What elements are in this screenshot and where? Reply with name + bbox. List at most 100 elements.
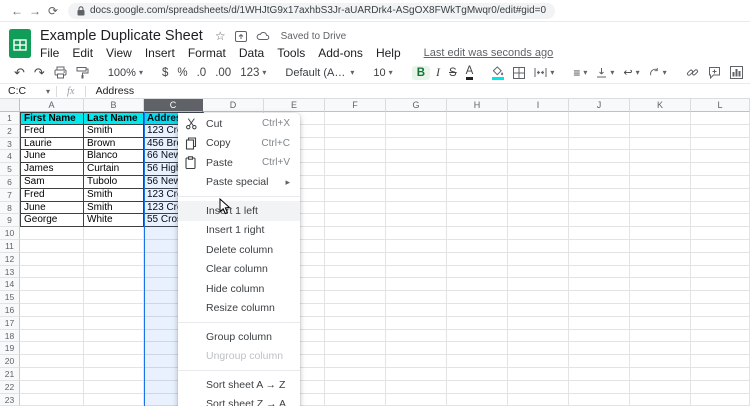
cell-F17[interactable]	[325, 317, 386, 330]
cell-A19[interactable]	[20, 342, 84, 355]
select-all-corner[interactable]	[0, 99, 20, 112]
cell-F10[interactable]	[325, 227, 386, 240]
cell-G18[interactable]	[386, 330, 447, 343]
cell-I14[interactable]	[508, 278, 569, 291]
cell-A6[interactable]: Sam	[20, 176, 84, 189]
row-header-2[interactable]: 2	[0, 125, 20, 138]
cell-H12[interactable]	[447, 253, 508, 266]
cell-A8[interactable]: June	[20, 202, 84, 215]
cell-G1[interactable]	[386, 112, 447, 125]
cell-J10[interactable]	[569, 227, 630, 240]
cell-J4[interactable]	[569, 150, 630, 163]
cell-H10[interactable]	[447, 227, 508, 240]
column-header-A[interactable]: A	[20, 99, 84, 112]
cell-F5[interactable]	[325, 163, 386, 176]
horizontal-align-button[interactable]: ≡▾	[573, 66, 587, 80]
cell-K4[interactable]	[630, 150, 691, 163]
cell-F13[interactable]	[325, 266, 386, 279]
column-header-D[interactable]: D	[203, 99, 264, 112]
cell-F11[interactable]	[325, 240, 386, 253]
cell-B9[interactable]: White	[84, 214, 144, 227]
cell-J19[interactable]	[569, 342, 630, 355]
cell-H2[interactable]	[447, 125, 508, 138]
url-field[interactable]: docs.google.com/spreadsheets/d/1WHJtG9x1…	[68, 3, 555, 19]
cell-K20[interactable]	[630, 355, 691, 368]
cell-G7[interactable]	[386, 189, 447, 202]
cell-G22[interactable]	[386, 381, 447, 394]
cell-H15[interactable]	[447, 291, 508, 304]
document-title[interactable]: Example Duplicate Sheet	[40, 28, 203, 44]
cell-G17[interactable]	[386, 317, 447, 330]
cell-J13[interactable]	[569, 266, 630, 279]
cell-B13[interactable]	[84, 266, 144, 279]
cell-B15[interactable]	[84, 291, 144, 304]
cell-B20[interactable]	[84, 355, 144, 368]
cell-A2[interactable]: Fred	[20, 125, 84, 138]
context-item-sort-az[interactable]: Sort sheet A → Z	[178, 375, 300, 395]
cell-I2[interactable]	[508, 125, 569, 138]
refresh-icon[interactable]: ⟳	[44, 0, 62, 22]
menu-format[interactable]: Format	[188, 46, 226, 60]
cell-B21[interactable]	[84, 368, 144, 381]
cell-G11[interactable]	[386, 240, 447, 253]
cell-L3[interactable]	[691, 138, 750, 151]
star-icon[interactable]: ☆	[215, 29, 226, 43]
cell-K17[interactable]	[630, 317, 691, 330]
cell-F7[interactable]	[325, 189, 386, 202]
cell-K22[interactable]	[630, 381, 691, 394]
row-header-9[interactable]: 9	[0, 214, 20, 227]
cell-I4[interactable]	[508, 150, 569, 163]
cell-J5[interactable]	[569, 163, 630, 176]
cell-F19[interactable]	[325, 342, 386, 355]
cell-K9[interactable]	[630, 214, 691, 227]
italic-button[interactable]: I	[436, 65, 440, 80]
cell-I9[interactable]	[508, 214, 569, 227]
cell-K13[interactable]	[630, 266, 691, 279]
cell-B8[interactable]: Smith	[84, 202, 144, 215]
cell-A3[interactable]: Laurie	[20, 138, 84, 151]
context-item-copy[interactable]: CopyCtrl+C	[178, 134, 300, 154]
cell-K1[interactable]	[630, 112, 691, 125]
cell-L9[interactable]	[691, 214, 750, 227]
context-item-paste[interactable]: PasteCtrl+V	[178, 153, 300, 173]
context-item-delete-column[interactable]: Delete column	[178, 240, 300, 260]
borders-icon[interactable]	[513, 67, 525, 79]
name-box[interactable]: C:C▾	[0, 85, 56, 97]
cell-G3[interactable]	[386, 138, 447, 151]
menu-file[interactable]: File	[40, 46, 59, 60]
move-to-folder-icon[interactable]	[235, 31, 247, 42]
cell-L23[interactable]	[691, 394, 750, 406]
paint-format-icon[interactable]	[76, 66, 89, 79]
menu-help[interactable]: Help	[376, 46, 401, 60]
vertical-align-button[interactable]: ▾	[596, 67, 614, 78]
insert-link-icon[interactable]	[686, 66, 699, 79]
cell-I18[interactable]	[508, 330, 569, 343]
cell-H22[interactable]	[447, 381, 508, 394]
cell-H18[interactable]	[447, 330, 508, 343]
cell-G2[interactable]	[386, 125, 447, 138]
cell-B6[interactable]: Tubolo	[84, 176, 144, 189]
cell-K8[interactable]	[630, 202, 691, 215]
row-header-11[interactable]: 11	[0, 240, 20, 253]
cell-J14[interactable]	[569, 278, 630, 291]
cell-F2[interactable]	[325, 125, 386, 138]
cell-A14[interactable]	[20, 278, 84, 291]
cell-H20[interactable]	[447, 355, 508, 368]
cell-I11[interactable]	[508, 240, 569, 253]
cell-J15[interactable]	[569, 291, 630, 304]
row-header-3[interactable]: 3	[0, 138, 20, 151]
cell-J2[interactable]	[569, 125, 630, 138]
cell-L18[interactable]	[691, 330, 750, 343]
cell-H11[interactable]	[447, 240, 508, 253]
context-item-insert-left[interactable]: Insert 1 left	[178, 201, 300, 221]
context-item-sort-za[interactable]: Sort sheet Z → A	[178, 395, 300, 406]
column-header-B[interactable]: B	[84, 99, 144, 112]
menu-tools[interactable]: Tools	[277, 46, 305, 60]
cell-F8[interactable]	[325, 202, 386, 215]
cell-L7[interactable]	[691, 189, 750, 202]
cell-K11[interactable]	[630, 240, 691, 253]
row-header-19[interactable]: 19	[0, 342, 20, 355]
cell-B2[interactable]: Smith	[84, 125, 144, 138]
menu-addons[interactable]: Add-ons	[318, 46, 363, 60]
cell-J11[interactable]	[569, 240, 630, 253]
